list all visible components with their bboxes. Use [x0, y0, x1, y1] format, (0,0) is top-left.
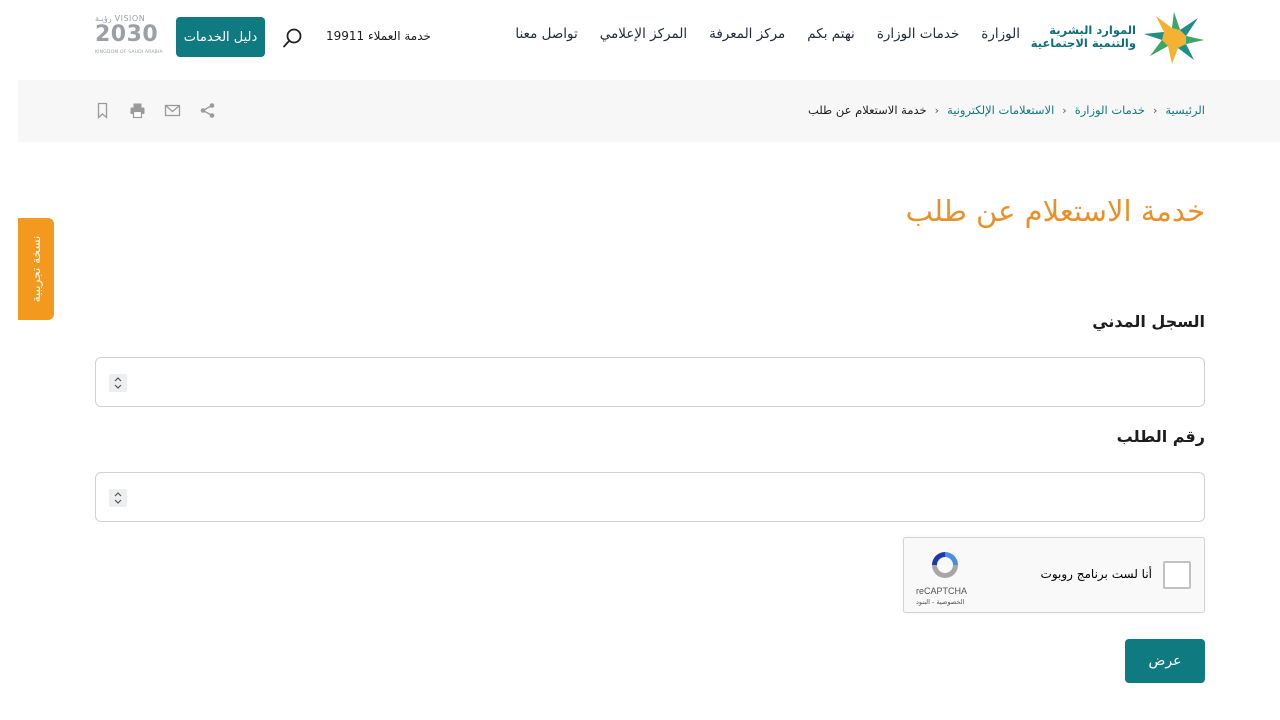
- recaptcha-terms-link[interactable]: الخصوصية - البنود: [916, 598, 996, 606]
- nav-knowledge-center[interactable]: مركز المعرفة: [709, 26, 785, 42]
- breadcrumb-bar: الرئيسية ‹ خدمات الوزارة ‹ الاستعلامات ا…: [18, 80, 1280, 142]
- request-number-label: رقم الطلب: [1116, 427, 1205, 446]
- nav-ministry-services[interactable]: خدمات الوزارة: [877, 26, 959, 42]
- chevron-left-icon: ‹: [1152, 103, 1158, 117]
- ministry-name: الموارد البشرية والتنمية الاجتماعية: [1031, 24, 1136, 50]
- nav-we-care[interactable]: نهتم بكم: [807, 26, 855, 42]
- breadcrumb-ministry-services[interactable]: خدمات الوزارة: [1075, 103, 1145, 117]
- chevron-left-icon: ‹: [934, 103, 940, 117]
- recaptcha-label: أنا لست برنامج روبوت: [1040, 567, 1152, 581]
- vision-year: 2030: [95, 22, 159, 47]
- beta-version-label: نسخة تجريبية: [29, 235, 43, 303]
- breadcrumb-current: خدمة الاستعلام عن طلب: [807, 103, 927, 117]
- breadcrumb-home[interactable]: الرئيسية: [1165, 103, 1205, 117]
- ministry-name-line2: والتنمية الاجتماعية: [1030, 36, 1136, 50]
- breadcrumb: الرئيسية ‹ خدمات الوزارة ‹ الاستعلامات ا…: [808, 103, 1205, 117]
- share-icon[interactable]: [199, 102, 216, 119]
- number-spinner-icon[interactable]: [109, 489, 127, 507]
- recaptcha-widget: أنا لست برنامج روبوت reCAPTCHA الخصوصية …: [903, 537, 1205, 613]
- civil-record-input[interactable]: [96, 358, 1204, 406]
- nav-contact-us[interactable]: تواصل معنا: [515, 26, 577, 42]
- civil-record-label: السجل المدني: [1092, 312, 1205, 331]
- beta-version-tab[interactable]: نسخة تجريبية: [18, 218, 54, 320]
- main-nav: الوزارة خدمات الوزارة نهتم بكم مركز المع…: [515, 26, 1020, 42]
- recaptcha-arrows-icon: [932, 552, 958, 578]
- recaptcha-checkbox[interactable]: [1163, 561, 1191, 589]
- request-number-input[interactable]: [96, 473, 1204, 521]
- bookmark-icon[interactable]: [94, 102, 111, 119]
- request-number-field: [95, 472, 1205, 522]
- site-header: الموارد البشرية والتنمية الاجتماعية الوز…: [0, 0, 1280, 80]
- customer-service-hotline[interactable]: خدمة العملاء 19911: [326, 29, 431, 43]
- breadcrumb-e-inquiries[interactable]: الاستعلامات الإلكترونية: [947, 103, 1054, 117]
- page-tools: [94, 102, 216, 119]
- civil-record-field: [95, 357, 1205, 407]
- services-guide-button[interactable]: دليل الخدمات: [176, 17, 265, 57]
- ministry-star-icon: [1144, 12, 1204, 64]
- email-icon[interactable]: [164, 102, 181, 119]
- vision-bottom-text: KINGDOM OF SAUDI ARABIA: [95, 50, 163, 55]
- vision-2030-logo: VISION رؤيـة 2030 KINGDOM OF SAUDI ARABI…: [95, 14, 163, 60]
- recaptcha-logo: reCAPTCHA الخصوصية - البنود: [916, 548, 976, 610]
- nav-ministry[interactable]: الوزارة: [981, 26, 1020, 42]
- nav-media-center[interactable]: المركز الإعلامي: [600, 26, 687, 42]
- recaptcha-brand: reCAPTCHA: [916, 586, 968, 596]
- number-spinner-icon[interactable]: [109, 374, 127, 392]
- page-title: خدمة الاستعلام عن طلب: [905, 194, 1205, 228]
- ministry-logo[interactable]: الموارد البشرية والتنمية الاجتماعية: [1031, 10, 1206, 64]
- submit-button[interactable]: عرض: [1125, 639, 1205, 683]
- search-icon[interactable]: [282, 27, 304, 49]
- chevron-left-icon: ‹: [1062, 103, 1067, 117]
- print-icon[interactable]: [129, 102, 146, 119]
